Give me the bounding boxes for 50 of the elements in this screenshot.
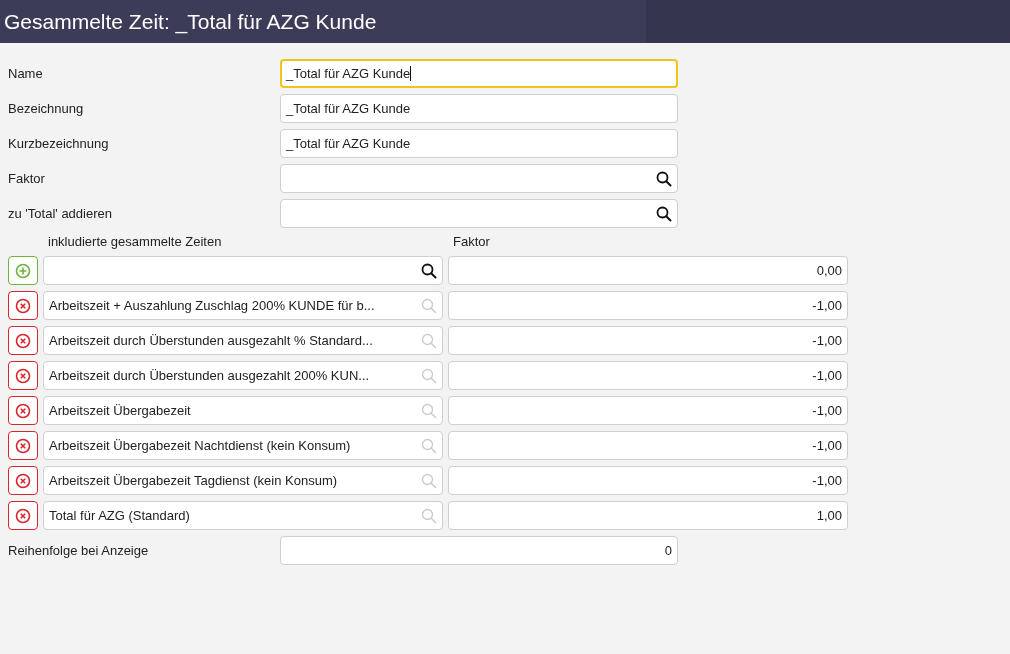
input-field[interactable]: _Total für AZG Kunde [280,59,678,88]
input-field[interactable]: Arbeitszeit + Auszahlung Zuschlag 200% KUNDE für b... [43,291,443,320]
input-field[interactable]: -1,00 [448,291,848,320]
x-circle-icon [15,507,31,524]
input-field[interactable]: -1,00 [448,431,848,460]
input-field[interactable]: Arbeitszeit Übergabezeit [43,396,443,425]
x-circle-icon [15,367,31,384]
plus-circle-icon [15,262,31,279]
remove-button[interactable] [8,396,38,425]
column-header: inkludierte gesammelte Zeiten [48,234,223,249]
x-circle-icon [15,297,31,314]
input-field[interactable]: 0 [280,536,678,565]
add-button[interactable] [8,256,38,285]
field-label: Faktor [8,171,46,186]
remove-button[interactable] [8,291,38,320]
input-field[interactable] [43,256,443,285]
x-circle-icon [15,402,31,419]
input-field[interactable]: 1,00 [448,501,848,530]
input-field[interactable] [280,199,678,228]
search-icon[interactable] [656,170,672,187]
x-circle-icon [15,332,31,349]
field-label: zu 'Total' addieren [8,206,113,221]
remove-button[interactable] [8,501,38,530]
input-field[interactable]: Arbeitszeit durch Überstunden ausgezahlt 200% KUN... [43,361,443,390]
field-label: Name [8,66,44,81]
input-field[interactable]: -1,00 [448,326,848,355]
field-label: Reihenfolge bei Anzeige [8,543,150,558]
input-field[interactable]: -1,00 [448,466,848,495]
search-icon[interactable] [656,205,672,222]
input-field[interactable]: Arbeitszeit durch Überstunden ausgezahlt % Standard... [43,326,443,355]
column-header: Faktor [453,234,490,249]
remove-button[interactable] [8,431,38,460]
input-field[interactable]: Arbeitszeit Übergabezeit Nachtdienst (kein Konsum) [43,431,443,460]
input-field[interactable]: -1,00 [448,361,848,390]
input-field[interactable]: -1,00 [448,396,848,425]
field-label: Kurzbezeichnung [8,136,110,151]
remove-button[interactable] [8,466,38,495]
input-field[interactable] [280,164,678,193]
window-title: Gesammelte Zeit: _Total für AZG Kunde [4,9,377,34]
search-icon[interactable] [421,262,437,279]
remove-button[interactable] [8,326,38,355]
input-field[interactable]: Total für AZG (Standard) [43,501,443,530]
x-circle-icon [15,472,31,489]
input-field[interactable]: 0,00 [448,256,848,285]
field-label: Bezeichnung [8,101,85,116]
input-field[interactable]: Arbeitszeit Übergabezeit Tagdienst (kein Konsum) [43,466,443,495]
input-field[interactable]: _Total für AZG Kunde [280,94,678,123]
x-circle-icon [15,437,31,454]
input-field[interactable]: _Total für AZG Kunde [280,129,678,158]
remove-button[interactable] [8,361,38,390]
